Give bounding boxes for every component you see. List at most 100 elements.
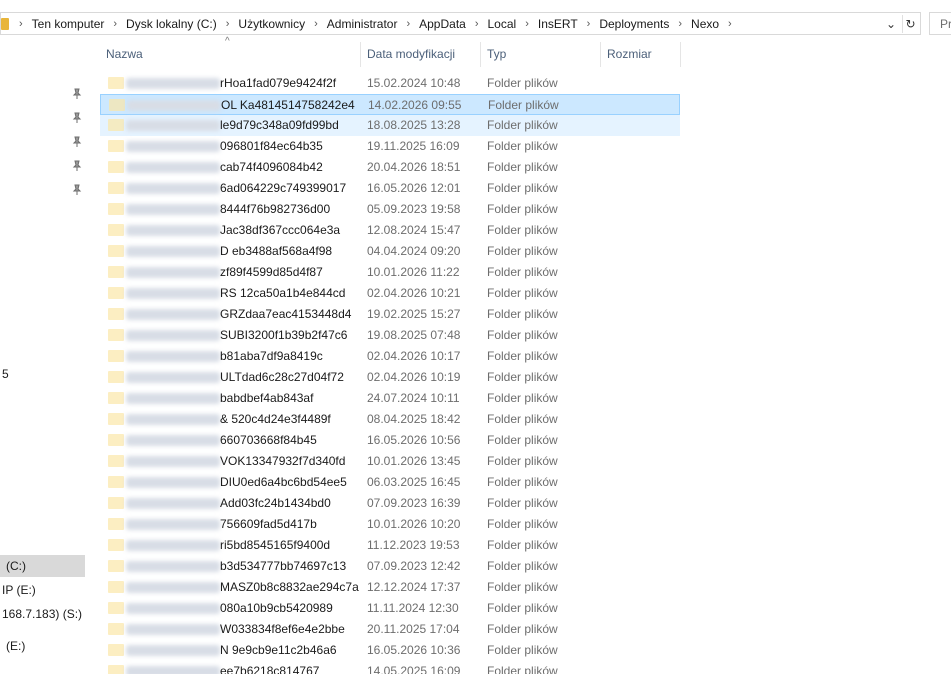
nav-item-local-disk[interactable]: (C:) xyxy=(6,559,26,573)
file-name[interactable]: RS 12ca50a1b4e844cd xyxy=(220,283,345,304)
table-row[interactable]: 6ad064229c749399017 16.05.2026 12:01 Folde… xyxy=(100,178,680,199)
nav-item[interactable]: 5 xyxy=(2,367,9,381)
file-name[interactable]: le9d79c348a09fd99bd xyxy=(220,115,339,136)
chevron-right-icon[interactable]: › xyxy=(678,18,682,30)
table-row[interactable]: 080a10b9cb5420989 11.11.2024 12:30 Folder … xyxy=(100,598,680,619)
table-row[interactable]: b3d534777bb74697c13 07.09.2023 12:42 Folde… xyxy=(100,556,680,577)
table-row[interactable]: 660703668f84b45 16.05.2026 10:56 Folder pl… xyxy=(100,430,680,451)
table-row[interactable]: D eb3488af568a4f98 04.04.2024 09:20 Folder… xyxy=(100,241,680,262)
table-row[interactable]: GRZdaa7eac4153448d4 19.02.2025 15:27 Folde… xyxy=(100,304,680,325)
column-header-type[interactable]: Typ xyxy=(481,42,600,67)
table-row[interactable]: ULTdad6c28c27d04f72 02.04.2026 10:19 Folde… xyxy=(100,367,680,388)
file-name[interactable]: 6ad064229c749399017 xyxy=(220,178,346,199)
navigation-pane[interactable]: 5 (C:) IP (E:) 168.7.183) (S:) (E:) xyxy=(0,37,88,674)
breadcrumb-local[interactable]: Local xyxy=(488,17,517,31)
file-name[interactable]: D eb3488af568a4f98 xyxy=(220,241,332,262)
breadcrumb-nexo[interactable]: Nexo xyxy=(691,17,719,31)
folder-icon xyxy=(109,99,125,111)
breadcrumb-this-pc[interactable]: Ten komputer xyxy=(32,17,105,31)
file-name[interactable]: Add03fc24b1434bd0 xyxy=(220,493,331,514)
chevron-right-icon[interactable]: › xyxy=(314,18,318,30)
chevron-right-icon[interactable]: › xyxy=(19,18,23,30)
chevron-right-icon[interactable]: › xyxy=(113,18,117,30)
table-row[interactable]: OL Ka4814514758242e4 14.02.2026 09:55 Fold… xyxy=(100,94,680,115)
file-name[interactable]: DIU0ed6a4bc6bd54ee5 xyxy=(220,472,347,493)
file-name[interactable]: & 520c4d24e3f4489f xyxy=(220,409,331,430)
column-header-date[interactable]: Data modyfikacji xyxy=(361,42,480,67)
table-row[interactable]: b81aba7df9a8419c 02.04.2026 10:17 Folder p… xyxy=(100,346,680,367)
table-row[interactable]: W033834f8ef6e4e2bbe 20.11.2025 17:04 Folde… xyxy=(100,619,680,640)
table-row[interactable]: Add03fc24b1434bd0 07.09.2023 16:39 Folder … xyxy=(100,493,680,514)
file-name[interactable]: ri5bd8545165f9400d xyxy=(220,535,330,556)
file-name[interactable]: b81aba7df9a8419c xyxy=(220,346,323,367)
chevron-right-icon[interactable]: › xyxy=(525,18,529,30)
table-row[interactable]: Jac38df367ccc064e3a 12.08.2024 15:47 Folde… xyxy=(100,220,680,241)
file-list[interactable]: rHoa1fad079e9424f2f 15.02.2024 10:48 Folde… xyxy=(100,73,680,674)
table-row[interactable]: ri5bd8545165f9400d 11.12.2023 19:53 Folder… xyxy=(100,535,680,556)
file-name[interactable]: GRZdaa7eac4153448d4 xyxy=(220,304,351,325)
file-name[interactable]: ee7b6218c814767 xyxy=(220,661,319,674)
breadcrumb-administrator[interactable]: Administrator xyxy=(327,17,398,31)
table-row[interactable]: MASZ0b8c8832ae294c7a 12.12.2024 17:37 Fold… xyxy=(100,577,680,598)
file-name[interactable]: W033834f8ef6e4e2bbe xyxy=(220,619,345,640)
nav-item-drive-e-2[interactable]: (E:) xyxy=(6,639,25,653)
chevron-right-icon[interactable]: › xyxy=(587,18,591,30)
file-name[interactable]: VOK13347932f7d340fd xyxy=(220,451,345,472)
pin-icon[interactable] xyxy=(71,160,83,172)
table-row[interactable]: VOK13347932f7d340fd 10.01.2026 13:45 Folde… xyxy=(100,451,680,472)
table-row[interactable]: 8444f76b982736d00 05.09.2023 19:58 Folder … xyxy=(100,199,680,220)
address-bar[interactable]: › Ten komputer › Dysk lokalny (C:) › Uży… xyxy=(0,12,921,35)
breadcrumb-local-disk[interactable]: Dysk lokalny (C:) xyxy=(126,17,217,31)
breadcrumb-insert[interactable]: InsERT xyxy=(538,17,578,31)
chevron-right-icon[interactable]: › xyxy=(728,18,732,30)
column-header-size[interactable]: Rozmiar xyxy=(601,42,680,67)
file-name[interactable]: MASZ0b8c8832ae294c7a xyxy=(220,577,359,598)
file-name[interactable]: Jac38df367ccc064e3a xyxy=(220,220,340,241)
table-row[interactable]: N 9e9cb9e11c2b46a6 16.05.2026 10:36 Folder… xyxy=(100,640,680,661)
table-row[interactable]: ee7b6218c814767 14.05.2025 16:09 Folder pl… xyxy=(100,661,680,674)
file-name[interactable]: 080a10b9cb5420989 xyxy=(220,598,333,619)
file-name[interactable]: 096801f84ec64b35 xyxy=(220,136,323,157)
file-name[interactable]: rHoa1fad079e9424f2f xyxy=(220,73,336,94)
table-row[interactable]: zf89f4599d85d4f87 10.01.2026 11:22 Folder … xyxy=(100,262,680,283)
chevron-right-icon[interactable]: › xyxy=(226,18,230,30)
file-name[interactable]: zf89f4599d85d4f87 xyxy=(220,262,323,283)
chevron-right-icon[interactable]: › xyxy=(406,18,410,30)
file-name[interactable]: cab74f4096084b42 xyxy=(220,157,323,178)
file-name[interactable]: b3d534777bb74697c13 xyxy=(220,556,346,577)
file-name[interactable]: SUBI3200f1b39b2f47c6 xyxy=(220,325,347,346)
file-name[interactable]: 660703668f84b45 xyxy=(220,430,317,451)
search-input[interactable]: Pr xyxy=(929,12,951,35)
table-row[interactable]: babdbef4ab843af 24.07.2024 10:11 Folder pl… xyxy=(100,388,680,409)
file-name[interactable]: 756609fad5d417b xyxy=(220,514,317,535)
file-name[interactable]: ULTdad6c28c27d04f72 xyxy=(220,367,344,388)
table-row[interactable]: SUBI3200f1b39b2f47c6 19.08.2025 07:48 Fold… xyxy=(100,325,680,346)
table-row[interactable]: rHoa1fad079e9424f2f 15.02.2024 10:48 Folde… xyxy=(100,73,680,94)
column-header-name[interactable]: Nazwa xyxy=(100,42,360,67)
chevron-down-icon[interactable]: ⌄ xyxy=(884,16,898,32)
table-row[interactable]: RS 12ca50a1b4e844cd 02.04.2026 10:21 Folde… xyxy=(100,283,680,304)
table-row[interactable]: DIU0ed6a4bc6bd54ee5 06.03.2025 16:45 Folde… xyxy=(100,472,680,493)
breadcrumb-deployments[interactable]: Deployments xyxy=(599,17,669,31)
pin-icon[interactable] xyxy=(71,112,83,124)
refresh-icon[interactable]: ↻ xyxy=(902,15,918,33)
table-row[interactable]: 096801f84ec64b35 19.11.2025 16:09 Folder p… xyxy=(100,136,680,157)
nav-item-drive-e[interactable]: IP (E:) xyxy=(2,583,36,597)
file-name[interactable]: OL Ka4814514758242e4 xyxy=(221,95,355,116)
table-row[interactable]: cab74f4096084b42 20.04.2026 18:51 Folder p… xyxy=(100,157,680,178)
file-name[interactable]: 8444f76b982736d00 xyxy=(220,199,330,220)
table-row[interactable]: le9d79c348a09fd99bd 18.08.2025 13:28 Folde… xyxy=(100,115,680,136)
breadcrumb-appdata[interactable]: AppData xyxy=(419,17,466,31)
nav-item-drive-s[interactable]: 168.7.183) (S:) xyxy=(2,607,82,621)
column-divider[interactable] xyxy=(680,42,681,67)
chevron-right-icon[interactable]: › xyxy=(475,18,479,30)
pin-icon[interactable] xyxy=(71,136,83,148)
table-row[interactable]: & 520c4d24e3f4489f 08.04.2025 18:42 Folder… xyxy=(100,409,680,430)
file-name[interactable]: babdbef4ab843af xyxy=(220,388,313,409)
pin-icon[interactable] xyxy=(71,184,83,196)
breadcrumb-users[interactable]: Użytkownicy xyxy=(238,17,305,31)
pin-icon[interactable] xyxy=(71,88,83,100)
table-row[interactable]: 756609fad5d417b 10.01.2026 10:20 Folder pl… xyxy=(100,514,680,535)
file-date: 19.11.2025 16:09 xyxy=(367,139,460,153)
file-name[interactable]: N 9e9cb9e11c2b46a6 xyxy=(220,640,337,661)
